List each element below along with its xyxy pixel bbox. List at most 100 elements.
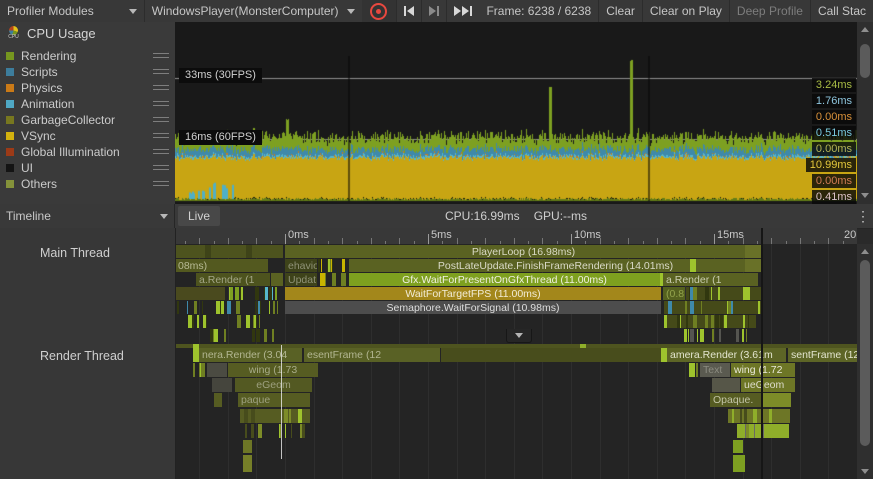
record-button[interactable] <box>362 0 397 22</box>
clear-button[interactable]: Clear <box>598 0 642 22</box>
timeline-slice-cluster[interactable] <box>664 315 756 328</box>
scroll-down-icon[interactable] <box>861 193 869 198</box>
thread-label-render[interactable]: Render Thread <box>40 349 124 363</box>
timeline-bar-fragment[interactable] <box>712 378 740 392</box>
timeline-bar[interactable]: (0.8 <box>663 287 685 300</box>
thread-label-main[interactable]: Main Thread <box>40 246 110 260</box>
timeline-bar[interactable]: esentFrame (12 <box>304 348 440 362</box>
timeline-bar[interactable]: Text <box>700 363 730 377</box>
current-frame-button[interactable] <box>446 0 479 22</box>
timeline-bar[interactable]: PostLateUpdate.FinishFrameRendering (14.… <box>349 259 762 272</box>
timeline-slice-cluster[interactable] <box>686 287 762 300</box>
timeline-bar-fragment[interactable] <box>214 393 222 407</box>
timeline-bar-fragment[interactable] <box>246 245 252 258</box>
timeline-slice-cluster[interactable] <box>688 363 699 377</box>
timeline-slice <box>712 329 714 342</box>
drag-handle-icon[interactable] <box>153 149 169 157</box>
expand-collapse-button[interactable] <box>506 329 532 343</box>
clear-on-play-button[interactable]: Clear on Play <box>642 0 729 22</box>
timeline-bar[interactable]: Gfx.WaitForPresentOnGfxThread (11.00ms) <box>349 273 660 286</box>
next-frame-button[interactable] <box>421 0 446 22</box>
timeline-bar[interactable]: wing (1.72 <box>731 363 795 377</box>
drag-handle-icon[interactable] <box>153 133 169 141</box>
chart-scrollbar-thumb[interactable] <box>860 44 870 78</box>
timeline-scrollbar-thumb[interactable] <box>860 260 870 446</box>
timeline-slice-cluster[interactable] <box>664 301 762 314</box>
timeline-bar-fragment[interactable] <box>763 393 791 407</box>
timeline-bar-fragment[interactable] <box>441 348 661 362</box>
legend-item-global-illumination[interactable]: Global Illumination <box>0 144 175 160</box>
legend-item-vsync[interactable]: VSync <box>0 128 175 144</box>
timeline-bar-fragment[interactable] <box>733 455 745 472</box>
timeline-bar-fragment[interactable] <box>212 378 232 392</box>
timeline-bar[interactable]: 08ms) <box>175 259 268 272</box>
timeline-scrollbar[interactable] <box>857 244 873 479</box>
scroll-up-icon[interactable] <box>861 249 869 254</box>
timeline-canvas[interactable]: PlayerLoop (16.98ms) 08ms) ehavio PostLateU… <box>175 244 873 479</box>
timeline-bar[interactable]: PlayerLoop (16.98ms) <box>285 245 762 258</box>
timeline-slice-cluster[interactable] <box>318 273 349 286</box>
timeline-bar-fragment[interactable] <box>690 259 696 272</box>
timeline-slice-cluster[interactable] <box>240 409 310 423</box>
drag-handle-icon[interactable] <box>153 101 169 109</box>
timeline-slice-cluster[interactable] <box>178 315 278 328</box>
scroll-up-icon[interactable] <box>861 27 869 32</box>
legend-item-rendering[interactable]: Rendering <box>0 48 175 64</box>
timeline-bar[interactable]: paque <box>238 393 310 407</box>
timeline-bar[interactable]: wing (1.73 <box>228 363 318 377</box>
drag-handle-icon[interactable] <box>153 69 169 77</box>
time-ruler[interactable]: 0ms5ms10ms15ms20 <box>175 228 857 245</box>
timeline-bar-fragment[interactable] <box>745 259 762 272</box>
timeline-bar-fragment[interactable] <box>175 287 225 300</box>
timeline-view-dropdown[interactable]: Timeline <box>0 204 175 228</box>
timeline-bar[interactable]: Semaphore.WaitForSignal (10.98ms) <box>285 301 661 314</box>
timeline-bar-fragment[interactable] <box>175 245 283 258</box>
cpu-module-header[interactable]: CPU CPU Usage <box>6 26 96 41</box>
legend-item-animation[interactable]: Animation <box>0 96 175 112</box>
timeline-slice-cluster[interactable] <box>728 409 790 423</box>
timeline-bar[interactable]: nera.Render (3.04 <box>199 348 302 362</box>
call-stacks-button[interactable]: Call Stac <box>810 0 873 22</box>
timeline-slice-cluster[interactable] <box>193 363 206 377</box>
drag-handle-icon[interactable] <box>153 181 169 189</box>
timeline-bar[interactable]: amera.Render (3.61m <box>667 348 786 362</box>
kebab-menu-icon[interactable]: ⋮ <box>855 206 871 226</box>
drag-handle-icon[interactable] <box>153 165 169 173</box>
timeline-bar[interactable]: eGeom <box>235 378 312 392</box>
timeline-bar[interactable]: ehavio <box>285 259 317 272</box>
drag-handle-icon[interactable] <box>153 117 169 125</box>
timeline-slice-cluster[interactable] <box>196 329 282 342</box>
timeline-bar-fragment[interactable] <box>271 273 283 286</box>
timeline-bar-fragment[interactable] <box>733 440 743 453</box>
target-dropdown[interactable]: WindowsPlayer(MonsterComputer) <box>144 0 362 22</box>
timeline-slice-cluster[interactable] <box>318 259 349 272</box>
scroll-down-icon[interactable] <box>861 469 869 474</box>
timeline-slice-cluster[interactable] <box>175 301 281 314</box>
deep-profile-button[interactable]: Deep Profile <box>729 0 810 22</box>
cpu-usage-chart[interactable] <box>175 22 857 204</box>
first-frame-button[interactable] <box>396 0 421 22</box>
timeline-bar-fragment[interactable] <box>745 245 762 258</box>
legend-item-physics[interactable]: Physics <box>0 80 175 96</box>
drag-handle-icon[interactable] <box>153 53 169 61</box>
profiler-modules-dropdown[interactable]: Profiler Modules <box>0 0 144 22</box>
legend-item-scripts[interactable]: Scripts <box>0 64 175 80</box>
chart-scrollbar[interactable] <box>857 22 873 204</box>
timeline-bar[interactable]: ueGeom <box>741 378 795 392</box>
timeline-bar-fragment[interactable] <box>205 245 211 258</box>
timeline-bar-fragment[interactable] <box>243 440 252 453</box>
timeline-slice-cluster[interactable] <box>240 424 310 438</box>
timeline-bar[interactable]: Updat <box>285 273 317 286</box>
timeline-bar[interactable]: WaitForTargetFPS (11.00ms) <box>285 287 661 300</box>
timeline-slice-cluster[interactable] <box>664 329 752 342</box>
legend-item-others[interactable]: Others <box>0 176 175 192</box>
timeline-bar-fragment[interactable] <box>243 455 252 472</box>
timeline-bar[interactable]: a.Render (1 <box>196 273 270 286</box>
timeline-bar-fragment[interactable] <box>207 363 227 377</box>
timeline-slice-cluster[interactable] <box>226 287 283 300</box>
legend-item-garbagecollector[interactable]: GarbageCollector <box>0 112 175 128</box>
timeline-bar[interactable]: a.Render (1 <box>663 273 758 286</box>
timeline-slice-cluster[interactable] <box>737 424 789 438</box>
drag-handle-icon[interactable] <box>153 85 169 93</box>
legend-item-ui[interactable]: UI <box>0 160 175 176</box>
